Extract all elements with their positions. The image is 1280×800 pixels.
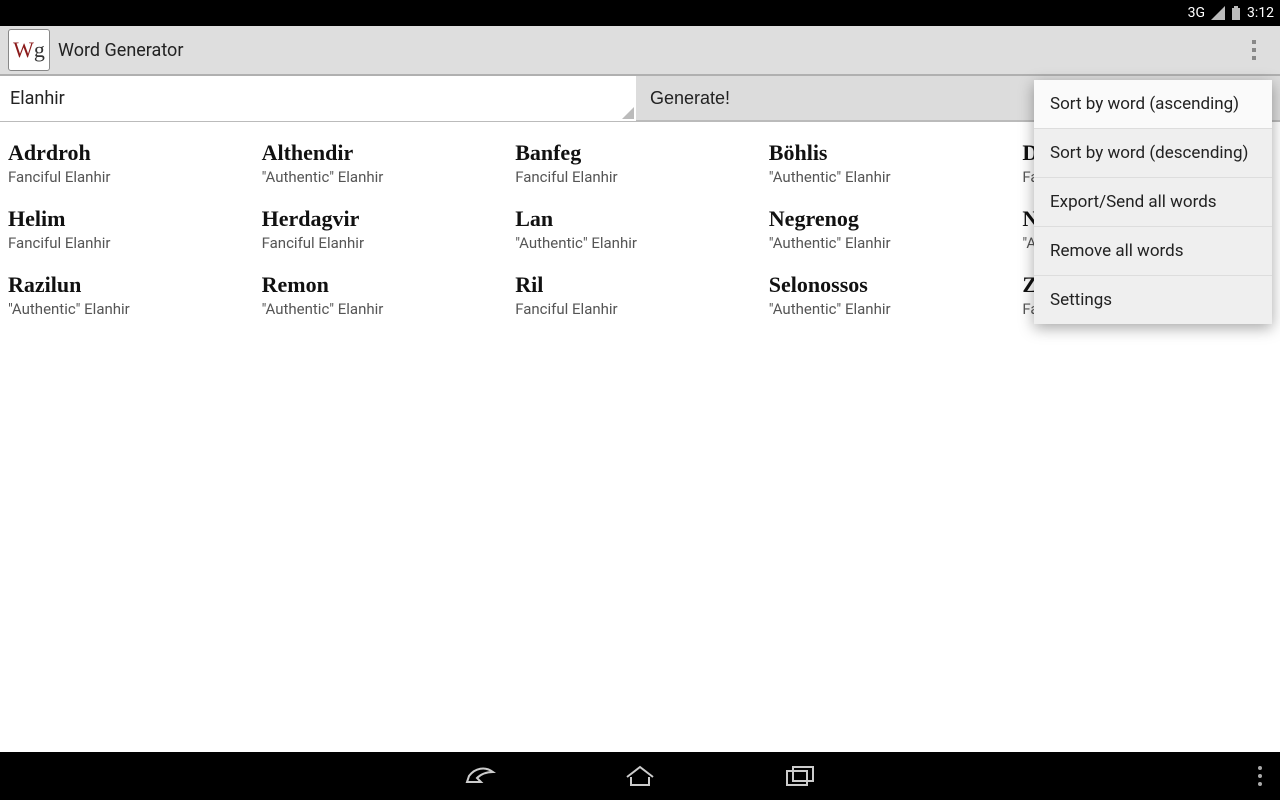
word-label: Herdagvir	[262, 206, 512, 232]
word-item[interactable]: Ril Fanciful Elanhir	[515, 268, 765, 322]
word-subtitle: Fanciful Elanhir	[515, 300, 765, 318]
word-item[interactable]: Selonossos "Authentic" Elanhir	[769, 268, 1019, 322]
word-label: Negrenog	[769, 206, 1019, 232]
overflow-icon	[1252, 40, 1256, 60]
spinner-selected-label: Elanhir	[10, 88, 65, 109]
word-item[interactable]: Negrenog "Authentic" Elanhir	[769, 202, 1019, 256]
language-spinner[interactable]: Elanhir	[0, 76, 636, 122]
word-label: Böhlis	[769, 140, 1019, 166]
word-label: Althendir	[262, 140, 512, 166]
menu-item[interactable]: Sort by word (ascending)	[1034, 80, 1272, 129]
app-icon-g: g	[34, 39, 45, 61]
word-label: Adrdroh	[8, 140, 258, 166]
word-label: Remon	[262, 272, 512, 298]
word-item[interactable]: Böhlis "Authentic" Elanhir	[769, 136, 1019, 190]
menu-item[interactable]: Remove all words	[1034, 227, 1272, 276]
menu-item[interactable]: Settings	[1034, 276, 1272, 324]
word-item[interactable]: Althendir "Authentic" Elanhir	[262, 136, 512, 190]
recents-icon	[785, 765, 815, 787]
word-label: Lan	[515, 206, 765, 232]
action-bar: Wg Word Generator	[0, 26, 1280, 76]
word-subtitle: Fanciful Elanhir	[8, 168, 258, 186]
word-label: Razilun	[8, 272, 258, 298]
word-label: Ril	[515, 272, 765, 298]
word-subtitle: "Authentic" Elanhir	[769, 168, 1019, 186]
word-item[interactable]: Banfeg Fanciful Elanhir	[515, 136, 765, 190]
recents-button[interactable]	[780, 756, 820, 796]
battery-icon	[1231, 6, 1241, 20]
word-subtitle: "Authentic" Elanhir	[769, 300, 1019, 318]
word-item[interactable]: Adrdroh Fanciful Elanhir	[8, 136, 258, 190]
word-subtitle: Fanciful Elanhir	[8, 234, 258, 252]
word-label: Banfeg	[515, 140, 765, 166]
home-icon	[625, 765, 655, 787]
word-label: Helim	[8, 206, 258, 232]
word-subtitle: "Authentic" Elanhir	[8, 300, 258, 318]
word-item[interactable]: Lan "Authentic" Elanhir	[515, 202, 765, 256]
word-subtitle: Fanciful Elanhir	[515, 168, 765, 186]
network-3g-icon: 3G	[1188, 5, 1205, 21]
app-title: Word Generator	[58, 40, 183, 61]
word-subtitle: "Authentic" Elanhir	[769, 234, 1019, 252]
home-button[interactable]	[620, 756, 660, 796]
clock-label: 3:12	[1247, 5, 1274, 21]
menu-item[interactable]: Export/Send all words	[1034, 178, 1272, 227]
navigation-bar	[0, 752, 1280, 800]
word-item[interactable]: Herdagvir Fanciful Elanhir	[262, 202, 512, 256]
word-subtitle: "Authentic" Elanhir	[515, 234, 765, 252]
app-icon-w: W	[13, 39, 34, 61]
back-icon	[463, 764, 497, 788]
menu-item[interactable]: Sort by word (descending)	[1034, 129, 1272, 178]
word-item[interactable]: Helim Fanciful Elanhir	[8, 202, 258, 256]
app-icon[interactable]: Wg	[8, 29, 50, 71]
word-subtitle: "Authentic" Elanhir	[262, 168, 512, 186]
overflow-menu-button[interactable]	[1236, 32, 1272, 68]
status-bar: 3G 3:12	[0, 0, 1280, 26]
signal-icon	[1211, 6, 1225, 20]
word-subtitle: Fanciful Elanhir	[262, 234, 512, 252]
word-label: Selonossos	[769, 272, 1019, 298]
word-item[interactable]: Razilun "Authentic" Elanhir	[8, 268, 258, 322]
back-button[interactable]	[460, 756, 500, 796]
word-item[interactable]: Remon "Authentic" Elanhir	[262, 268, 512, 322]
nav-overflow-button[interactable]	[1258, 766, 1262, 786]
word-subtitle: "Authentic" Elanhir	[262, 300, 512, 318]
overflow-menu-popup: Sort by word (ascending)Sort by word (de…	[1034, 80, 1272, 324]
